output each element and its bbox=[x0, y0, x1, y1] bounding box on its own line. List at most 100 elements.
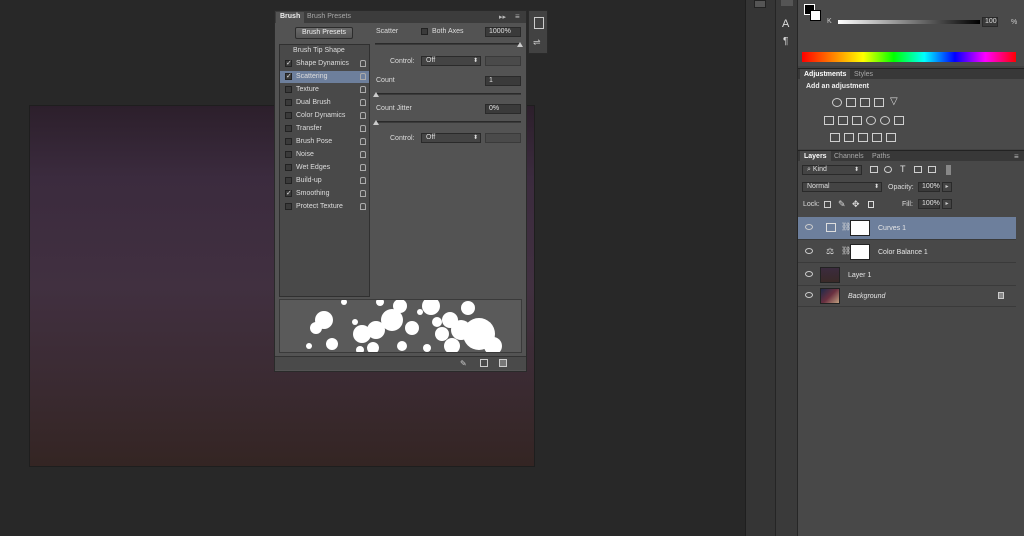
lock-icon[interactable] bbox=[360, 151, 366, 158]
checkbox-checked[interactable]: ✓ bbox=[285, 73, 292, 80]
option-brush-tip-shape[interactable]: Brush Tip Shape bbox=[280, 45, 369, 57]
blend-mode-select[interactable]: Normal ⬍ bbox=[802, 182, 882, 192]
count-jitter-slider[interactable] bbox=[375, 121, 521, 123]
control2-select[interactable]: Off ⬍ bbox=[421, 133, 481, 143]
background-color-swatch[interactable] bbox=[810, 10, 821, 21]
lock-icon[interactable] bbox=[360, 60, 366, 67]
layer-row-background[interactable]: Background bbox=[798, 285, 1016, 307]
option-smoothing[interactable]: ✓ Smoothing bbox=[280, 188, 369, 200]
fill-field[interactable]: 100% bbox=[918, 199, 940, 209]
threshold-icon[interactable] bbox=[858, 133, 868, 142]
background-thumbnail[interactable] bbox=[820, 288, 840, 304]
k-value-field[interactable]: 100 bbox=[982, 17, 998, 27]
checkbox[interactable] bbox=[285, 203, 292, 210]
clone-source-icon[interactable]: ⇌ bbox=[533, 37, 541, 48]
lock-icon[interactable] bbox=[360, 99, 366, 106]
filter-adjustment-icon[interactable] bbox=[884, 166, 892, 173]
checkbox[interactable] bbox=[285, 112, 292, 119]
new-brush-icon[interactable] bbox=[499, 359, 507, 367]
option-noise[interactable]: Noise bbox=[280, 149, 369, 161]
posterize-icon[interactable] bbox=[844, 133, 854, 142]
k-channel-slider[interactable] bbox=[838, 20, 980, 24]
checkbox[interactable] bbox=[285, 164, 292, 171]
count-jitter-value-field[interactable]: 0% bbox=[485, 104, 521, 114]
eye-icon[interactable] bbox=[805, 248, 813, 254]
both-axes-checkbox[interactable] bbox=[421, 28, 428, 35]
selective-color-icon[interactable] bbox=[872, 133, 882, 142]
layer-row-color-balance[interactable]: ⚖ ⛓ Color Balance 1 bbox=[798, 241, 1016, 263]
scatter-slider-thumb[interactable] bbox=[517, 42, 523, 47]
lock-icon[interactable] bbox=[360, 203, 366, 210]
option-color-dynamics[interactable]: Color Dynamics bbox=[280, 110, 369, 122]
scatter-slider[interactable] bbox=[375, 43, 521, 45]
option-dual-brush[interactable]: Dual Brush bbox=[280, 97, 369, 109]
exposure-icon[interactable] bbox=[874, 98, 884, 107]
checkbox[interactable] bbox=[285, 99, 292, 106]
hue-saturation-icon[interactable] bbox=[824, 116, 834, 125]
count-value-field[interactable]: 1 bbox=[485, 76, 521, 86]
filter-type-icon[interactable]: T bbox=[900, 164, 906, 174]
option-shape-dynamics[interactable]: ✓ Shape Dynamics bbox=[280, 58, 369, 70]
paragraph-icon[interactable]: ¶ bbox=[783, 36, 788, 47]
tab-brush[interactable]: Brush bbox=[276, 12, 305, 23]
gradient-map-icon[interactable] bbox=[886, 133, 896, 142]
panel-icon[interactable] bbox=[781, 0, 793, 6]
checkbox[interactable] bbox=[285, 125, 292, 132]
curves-icon[interactable] bbox=[860, 98, 870, 107]
vibrance-icon[interactable]: ▽ bbox=[890, 96, 898, 107]
layer-mask-thumbnail[interactable] bbox=[850, 244, 870, 260]
layer-thumbnail[interactable] bbox=[820, 267, 840, 283]
panel-menu-icon[interactable]: ≡ bbox=[1014, 152, 1019, 161]
option-brush-pose[interactable]: Brush Pose bbox=[280, 136, 369, 148]
photo-filter-icon[interactable] bbox=[866, 116, 876, 125]
invert-icon[interactable] bbox=[830, 133, 840, 142]
lock-all-icon[interactable] bbox=[868, 201, 874, 208]
opacity-field[interactable]: 100% bbox=[918, 182, 940, 192]
control-select[interactable]: Off ⬍ bbox=[421, 56, 481, 66]
lock-position-icon[interactable]: ✥ bbox=[852, 199, 860, 210]
history-icon[interactable] bbox=[754, 0, 766, 8]
filter-shape-icon[interactable] bbox=[914, 166, 922, 173]
count-slider-thumb[interactable] bbox=[373, 92, 379, 97]
lock-icon[interactable] bbox=[360, 177, 366, 184]
layer-filter-select[interactable]: ⌕ Kind ⬍ bbox=[802, 165, 862, 175]
layer-row-layer-1[interactable]: Layer 1 bbox=[798, 264, 1016, 286]
levels-icon[interactable] bbox=[846, 98, 856, 107]
checkbox[interactable] bbox=[285, 86, 292, 93]
brush-presets-button[interactable]: Brush Presets bbox=[295, 27, 353, 39]
eye-icon[interactable] bbox=[805, 271, 813, 277]
filter-smart-object-icon[interactable] bbox=[928, 166, 936, 173]
checkbox-checked[interactable]: ✓ bbox=[285, 190, 292, 197]
count-jitter-slider-thumb[interactable] bbox=[373, 120, 379, 125]
checkbox[interactable] bbox=[285, 151, 292, 158]
option-transfer[interactable]: Transfer bbox=[280, 123, 369, 135]
filter-toggle-icon[interactable] bbox=[946, 165, 951, 175]
checkbox-checked[interactable]: ✓ bbox=[285, 60, 292, 67]
lock-image-icon[interactable]: ✎ bbox=[838, 199, 846, 210]
fill-dropdown-icon[interactable]: ▸ bbox=[942, 199, 952, 209]
checkbox[interactable] bbox=[285, 138, 292, 145]
tab-brush-presets[interactable]: Brush Presets bbox=[303, 12, 355, 23]
panel-menu-icon[interactable]: ≡ bbox=[515, 12, 520, 21]
panel-collapse-icon[interactable]: ▸▸ bbox=[499, 13, 506, 21]
lock-icon[interactable] bbox=[360, 73, 366, 80]
option-scattering[interactable]: ✓ Scattering bbox=[280, 71, 369, 83]
option-protect-texture[interactable]: Protect Texture bbox=[280, 201, 369, 213]
lock-icon[interactable] bbox=[360, 125, 366, 132]
toggle-live-tip-icon[interactable]: ✎ bbox=[460, 359, 467, 368]
layer-row-curves[interactable]: ⛓ Curves 1 bbox=[798, 217, 1016, 240]
grid-icon[interactable] bbox=[480, 359, 488, 367]
character-icon[interactable]: A bbox=[782, 18, 789, 30]
lock-icon[interactable] bbox=[360, 138, 366, 145]
option-build-up[interactable]: Build-up bbox=[280, 175, 369, 187]
lock-icon[interactable] bbox=[360, 164, 366, 171]
channel-mixer-icon[interactable] bbox=[880, 116, 890, 125]
color-lookup-icon[interactable] bbox=[894, 116, 904, 125]
color-spectrum-bar[interactable] bbox=[802, 52, 1016, 62]
brightness-icon[interactable] bbox=[832, 98, 842, 107]
filter-pixel-icon[interactable] bbox=[870, 166, 878, 173]
option-texture[interactable]: Texture bbox=[280, 84, 369, 96]
scatter-value-field[interactable]: 1000% bbox=[485, 27, 521, 37]
lock-transparent-icon[interactable] bbox=[824, 201, 831, 208]
brush-panel-icon[interactable] bbox=[534, 17, 544, 29]
